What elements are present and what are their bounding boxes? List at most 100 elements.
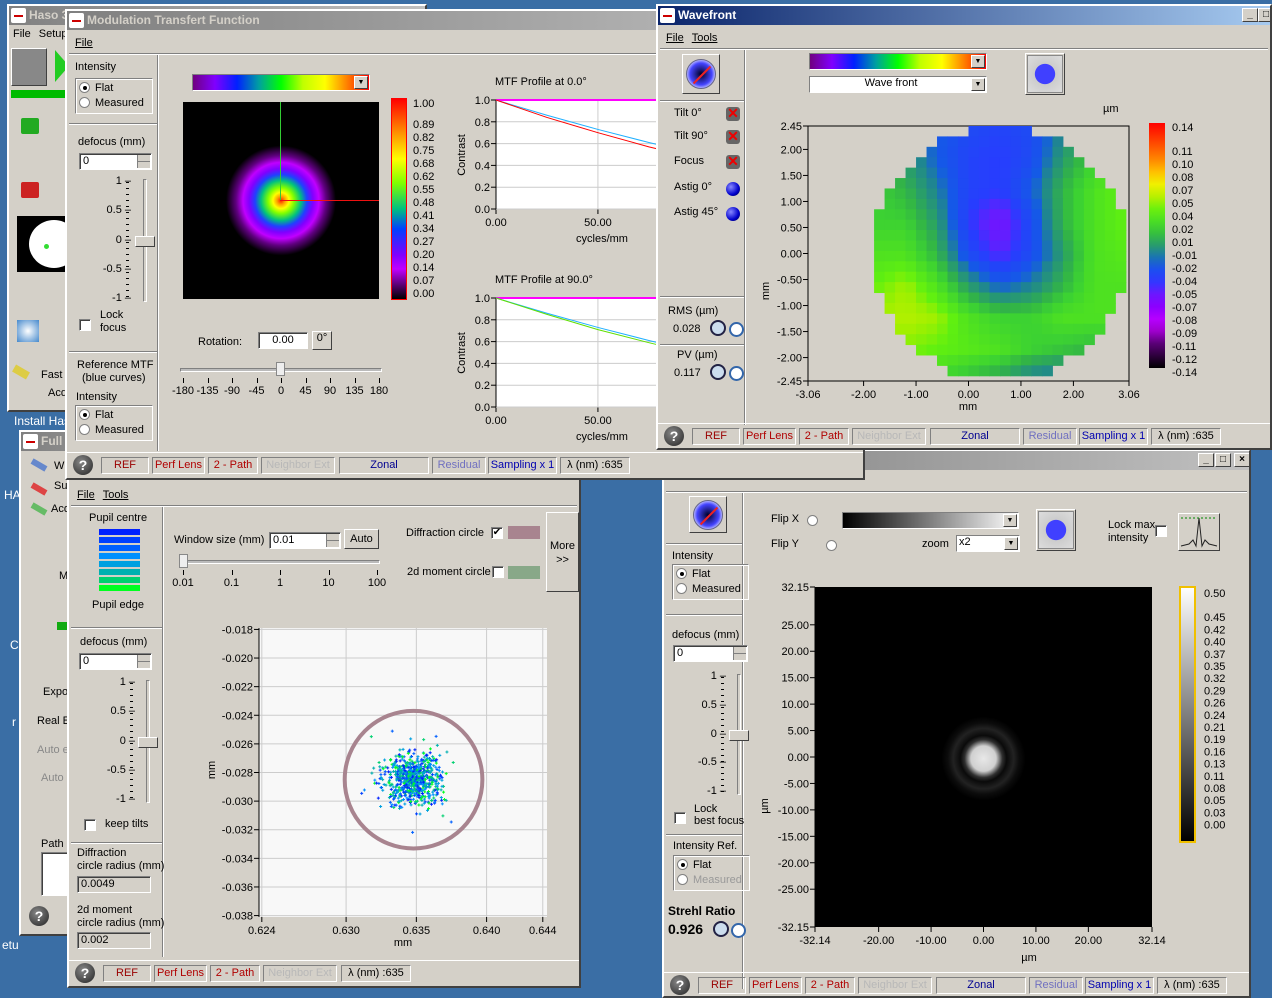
wavefront-cell xyxy=(884,219,896,231)
status-item[interactable]: Zonal xyxy=(930,428,1020,445)
y-tick-label: -2.00 xyxy=(777,353,802,365)
wavefront-cell xyxy=(999,219,1011,231)
status-item[interactable]: λ (nm) :635 xyxy=(560,457,630,474)
wavefront-cell xyxy=(1020,250,1032,262)
wavefront-cell xyxy=(1031,230,1043,241)
open-folder-red-icon[interactable] xyxy=(21,182,39,198)
desktop-icon-label[interactable]: Install Has xyxy=(14,414,70,428)
wavefront-cell xyxy=(1031,365,1043,377)
wavefront-cell xyxy=(958,250,969,262)
wavefront-cell xyxy=(978,178,990,189)
wavefront-cell xyxy=(926,334,938,346)
status-item[interactable]: Neighbor Ext xyxy=(261,457,335,474)
y-tick-label: -20.00 xyxy=(778,858,809,870)
status-item[interactable]: λ (nm) :635 xyxy=(1151,428,1221,445)
wavefront-cell xyxy=(1104,302,1116,314)
open-folder-icon[interactable] xyxy=(21,118,39,134)
help-icon[interactable]: ? xyxy=(29,906,49,926)
wavefront-cell xyxy=(978,240,990,252)
wavefront-cell xyxy=(978,136,990,148)
colorbar-tick: 0.37 xyxy=(1204,649,1225,661)
wavefront-cell xyxy=(937,146,949,158)
status-item[interactable]: Sampling x 1 xyxy=(1085,977,1154,994)
wavefront-cell xyxy=(1094,292,1106,304)
wavefront-cell xyxy=(926,188,938,200)
wavefront-cell xyxy=(1031,146,1043,158)
x-tick-label: 0.644 xyxy=(529,925,557,937)
status-item[interactable]: Residual xyxy=(1023,428,1077,445)
fast-label[interactable]: Fast xyxy=(41,369,62,381)
status-item[interactable]: Sampling x 1 xyxy=(488,457,557,474)
status-item[interactable]: Perf Lens xyxy=(152,457,205,474)
app-icon xyxy=(23,434,38,449)
tool-item[interactable]: W xyxy=(54,460,64,472)
status-item[interactable]: Neighbor Ext xyxy=(263,965,337,982)
status-item[interactable]: λ (nm) :635 xyxy=(1157,977,1227,994)
status-item[interactable]: Residual xyxy=(1029,977,1083,994)
wavefront-cell xyxy=(1031,292,1043,304)
wavefront-cell xyxy=(926,323,938,335)
desktop-icon-label[interactable]: etu xyxy=(2,938,19,952)
wavefront-cell xyxy=(1020,198,1032,210)
wavefront-cell xyxy=(1073,271,1085,283)
menu-setup[interactable]: Setup xyxy=(39,28,68,40)
wavefront-cell xyxy=(1094,219,1106,231)
status-item[interactable]: Perf Lens xyxy=(749,977,802,994)
status-item[interactable]: Zonal xyxy=(339,457,429,474)
colorbar-tick: -0.11 xyxy=(1172,341,1196,353)
status-item[interactable]: REF xyxy=(101,457,149,474)
help-icon[interactable]: ? xyxy=(75,963,95,983)
wavefront-window[interactable]: Wavefront _ □ File Tools Tilt 0° ✕ Tilt 90°… xyxy=(656,4,1272,450)
wavefront-cell xyxy=(895,219,907,231)
spot-icon[interactable] xyxy=(17,320,39,342)
status-item[interactable]: Residual xyxy=(432,457,486,474)
menu-file[interactable]: File xyxy=(13,28,31,40)
camera-button[interactable] xyxy=(11,48,47,86)
wavefront-cell xyxy=(978,282,990,294)
psf-window[interactable]: _ □ × Intensity Flat Measured defocus (m… xyxy=(662,449,1251,998)
status-item[interactable]: Sampling x 1 xyxy=(1079,428,1148,445)
x-tick-label: 10.00 xyxy=(1022,935,1050,947)
status-item[interactable]: Perf Lens xyxy=(743,428,796,445)
status-item[interactable]: Neighbor Ext xyxy=(852,428,926,445)
status-item[interactable]: Zonal xyxy=(936,977,1026,994)
status-item[interactable]: REF xyxy=(103,965,151,982)
status-item[interactable]: 2 - Path xyxy=(210,965,260,982)
wavefront-cell xyxy=(937,209,949,221)
wavefront-cell xyxy=(926,230,938,241)
status-item[interactable]: λ (nm) :635 xyxy=(341,965,411,982)
wavefront-cell xyxy=(978,188,990,200)
wavefront-cell xyxy=(978,126,990,137)
wavefront-cell xyxy=(958,219,969,231)
wavefront-cell xyxy=(978,302,990,314)
status-item[interactable]: Perf Lens xyxy=(154,965,207,982)
status-item[interactable]: 2 - Path xyxy=(799,428,849,445)
wavefront-cell xyxy=(989,209,1001,221)
wavefront-cell xyxy=(1094,198,1106,210)
status-item[interactable]: 2 - Path xyxy=(208,457,258,474)
spot-svg: 0.624 0.630 0.635 0.640 0.644 -0.018 -0.020 -… xyxy=(206,624,557,949)
help-icon[interactable]: ? xyxy=(664,426,684,446)
wavefront-cell xyxy=(1041,146,1053,158)
wavefront-cell xyxy=(968,126,980,137)
colorbar-tick: -0.08 xyxy=(1172,315,1197,327)
spot-diagram-window[interactable]: File Tools Pupil centre Pupil edge defocu… xyxy=(67,470,581,988)
wavefront-cell xyxy=(1083,240,1095,252)
status-item[interactable]: 2 - Path xyxy=(805,977,855,994)
help-icon[interactable]: ? xyxy=(670,975,690,995)
wavefront-cell xyxy=(1010,146,1022,158)
status-item[interactable]: REF xyxy=(692,428,740,445)
desktop-icon-label[interactable]: r xyxy=(12,715,16,729)
wavefront-cell xyxy=(1115,219,1127,231)
wavefront-cell xyxy=(989,344,1001,356)
wavefront-cell xyxy=(1020,302,1032,314)
status-item[interactable]: Neighbor Ext xyxy=(858,977,932,994)
colorbar-tick: 0.29 xyxy=(1204,685,1225,697)
status-item[interactable]: REF xyxy=(698,977,746,994)
help-icon[interactable]: ? xyxy=(73,455,93,475)
wavefront-cell xyxy=(989,178,1001,189)
wavefront-cell xyxy=(1010,157,1022,169)
wavefront-cell xyxy=(916,250,928,262)
y-tick-label: 20.00 xyxy=(781,646,809,658)
desktop-icon-label[interactable]: C xyxy=(10,638,19,652)
